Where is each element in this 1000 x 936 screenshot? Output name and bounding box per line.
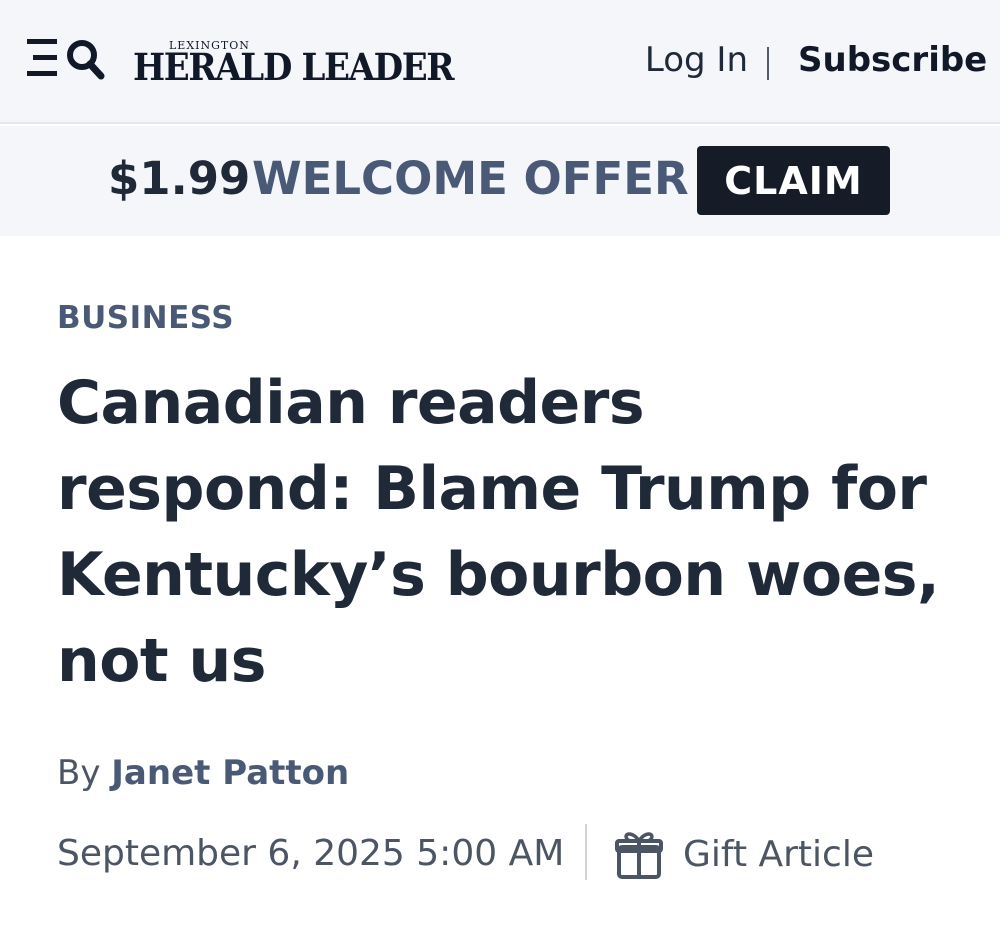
meta-divider [585, 824, 587, 880]
claim-button[interactable]: CLAIM [697, 146, 890, 215]
logo-main-text: HERALD LEADER [133, 45, 455, 89]
gift-article-button[interactable]: Gift Article [615, 826, 874, 882]
offer-price: $1.99 [108, 152, 251, 205]
header-separator [767, 47, 769, 80]
byline-prefix: By [57, 753, 101, 793]
login-link[interactable]: Log In [645, 40, 748, 80]
site-logo[interactable]: LEXINGTON HERALD LEADER [133, 38, 463, 88]
subscribe-link[interactable]: Subscribe [798, 40, 987, 80]
gift-article-label: Gift Article [683, 833, 874, 875]
byline: By Janet Patton [57, 753, 349, 793]
menu-search-button[interactable] [27, 37, 107, 81]
gift-icon [615, 832, 663, 879]
search-icon [67, 40, 105, 80]
offer-text: WELCOME OFFER [252, 152, 689, 205]
site-header: LEXINGTON HERALD LEADER Log In Subscribe [0, 0, 1000, 124]
section-label[interactable]: BUSINESS [57, 300, 234, 336]
author-link[interactable]: Janet Patton [111, 753, 349, 793]
article-headline: Canadian readers respond: Blame Trump fo… [57, 368, 940, 696]
menu-icon [27, 39, 105, 80]
article-timestamp: September 6, 2025 5:00 AM [57, 833, 565, 874]
